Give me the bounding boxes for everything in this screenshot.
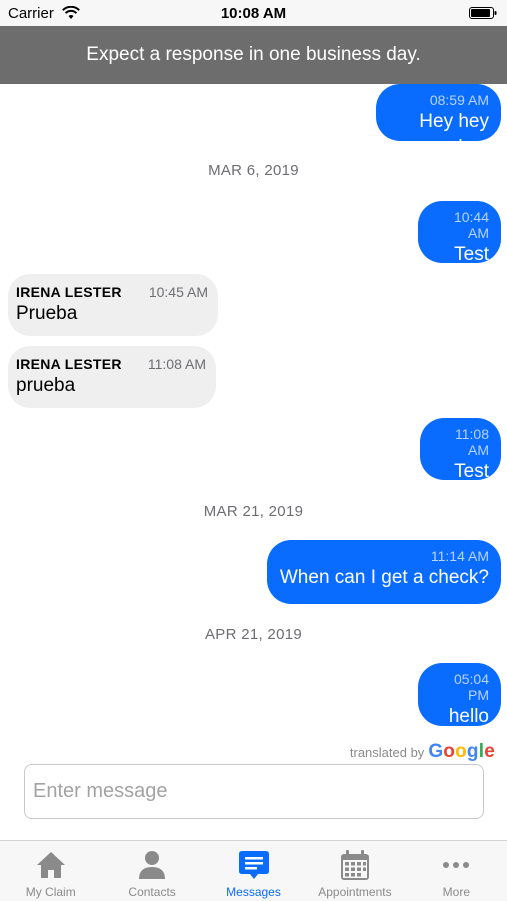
- tab-label: Contacts: [128, 885, 176, 899]
- home-icon: [36, 852, 65, 878]
- more-icon: [443, 862, 470, 868]
- message-time: 11:14 AM: [430, 548, 489, 564]
- tab-label: More: [442, 885, 470, 899]
- sender-name: IRENA LESTER: [16, 356, 122, 372]
- tab-label: Messages: [226, 885, 281, 899]
- date-separator: APR 21, 2019: [205, 626, 302, 643]
- message-time: 05:04 PM: [453, 671, 489, 703]
- outgoing-message[interactable]: 05:04 PM hello: [418, 663, 501, 727]
- calendar-icon: [340, 850, 369, 880]
- tab-contacts[interactable]: Contacts: [101, 841, 202, 901]
- message-time: 10:45 AM: [148, 284, 208, 300]
- message-input[interactable]: [25, 765, 483, 818]
- date-separator: MAR 21, 2019: [203, 503, 304, 520]
- battery-icon: [469, 7, 497, 19]
- tab-messages[interactable]: Messages: [203, 841, 304, 901]
- message-text: Hey hey hey: [419, 111, 489, 158]
- tab-my-claim[interactable]: My Claim: [0, 841, 101, 901]
- tab-bar: My Claim Contacts Messages Appointments …: [0, 840, 507, 901]
- status-bar: Carrier 10:08 AM: [0, 0, 507, 26]
- translated-by-label: translated by: [349, 744, 425, 760]
- translation-attribution: translated by Google: [350, 741, 495, 763]
- message-text: Prueba: [16, 303, 78, 324]
- tab-appointments[interactable]: Appointments: [304, 841, 405, 901]
- outgoing-message[interactable]: 10:44 AM Test: [418, 201, 501, 265]
- message-text: hello: [448, 706, 489, 727]
- message-time: 11:08 AM: [455, 426, 489, 458]
- messages-icon: [238, 851, 269, 879]
- incoming-message[interactable]: IRENA LESTER 11:08 AM prueba: [8, 346, 216, 408]
- message-time: 08:59 AM: [429, 92, 489, 108]
- outgoing-message[interactable]: 08:59 AM Hey hey hey: [376, 84, 501, 158]
- message-text: prueba: [16, 375, 76, 396]
- message-time: 11:08 AM: [147, 356, 206, 372]
- person-icon: [139, 851, 166, 879]
- message-input-container: [24, 764, 484, 819]
- response-time-banner: Expect a response in one business day.: [0, 26, 507, 84]
- banner-text: Expect a response in one business day.: [86, 44, 421, 65]
- message-text: When can I get a check?: [279, 567, 489, 588]
- tab-label: My Claim: [25, 885, 76, 899]
- google-logo: Google: [428, 741, 495, 762]
- message-text: Test: [454, 461, 489, 482]
- outgoing-message[interactable]: 11:08 AM Test: [420, 418, 501, 482]
- outgoing-message[interactable]: 11:14 AM When can I get a check?: [267, 540, 501, 604]
- status-time: 10:08 AM: [220, 5, 287, 22]
- message-time: 10:44 AM: [453, 209, 489, 241]
- message-text: Test: [454, 244, 489, 265]
- tab-more[interactable]: More: [406, 841, 507, 901]
- tab-label: Appointments: [318, 885, 392, 899]
- sender-name: IRENA LESTER: [16, 284, 122, 300]
- date-separator: MAR 6, 2019: [208, 162, 299, 179]
- incoming-message[interactable]: IRENA LESTER 10:45 AM Prueba: [8, 274, 218, 336]
